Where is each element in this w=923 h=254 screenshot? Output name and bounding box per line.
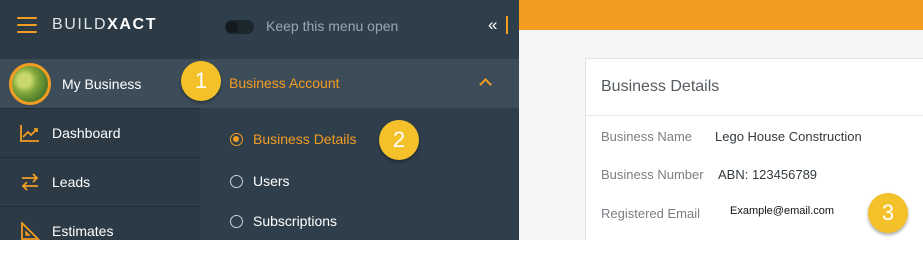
radio-icon: [230, 175, 243, 188]
submenu-item-business-details[interactable]: Business Details: [200, 125, 519, 155]
chart-icon: [20, 125, 39, 142]
card-title: Business Details: [601, 78, 720, 95]
avatar: [9, 63, 51, 105]
callout-badge: 2: [379, 120, 419, 160]
callout-badge: 3: [868, 193, 908, 233]
page-margin: [0, 240, 923, 254]
submenu-item-users[interactable]: Users: [200, 167, 519, 197]
ruler-triangle-icon: [21, 222, 40, 240]
sidebar-item-label: My Business: [62, 75, 142, 92]
radio-selected-icon: [230, 133, 243, 146]
brand-bar: BUILDXACT: [0, 0, 200, 52]
field-value-business-name: Lego House Construction: [715, 129, 862, 144]
sidebar-item-label: Dashboard: [52, 125, 121, 141]
chevron-up-icon: [479, 78, 492, 91]
field-value-registered-email: Example@email.com: [730, 205, 835, 217]
callout-badge: 1: [181, 61, 221, 101]
field-label-business-number: Business Number: [601, 167, 704, 182]
submenu-item-label: Business Details: [253, 131, 357, 147]
sidebar-item-leads[interactable]: Leads: [0, 158, 200, 206]
top-bar: [519, 0, 923, 30]
app-logo: BUILDXACT: [52, 16, 158, 33]
sidebar: BUILDXACT My Business Dashboard Leads Es…: [0, 0, 200, 240]
sidebar-item-dashboard[interactable]: Dashboard: [0, 109, 200, 157]
arrows-icon: [21, 173, 39, 191]
sidebar-item-label: Leads: [52, 174, 91, 190]
hamburger-menu-icon[interactable]: [17, 17, 37, 33]
submenu-item-subscriptions[interactable]: Subscriptions: [200, 207, 519, 237]
submenu-item-label: Users: [253, 173, 290, 189]
divider: [506, 16, 508, 34]
submenu-panel: Keep this menu open « Business Account B…: [200, 0, 519, 240]
keep-menu-open-row: Keep this menu open «: [200, 0, 519, 52]
collapse-menu-icon[interactable]: «: [488, 15, 497, 35]
field-label-registered-email: Registered Email: [601, 206, 700, 221]
keep-open-label: Keep this menu open: [266, 18, 399, 34]
divider: [586, 115, 923, 116]
sidebar-item-label: Estimates: [52, 223, 114, 239]
section-title: Business Account: [229, 75, 340, 91]
sidebar-item-estimates[interactable]: Estimates: [0, 207, 200, 240]
sidebar-item-my-business[interactable]: My Business: [0, 59, 200, 108]
field-value-business-number: ABN: 123456789: [718, 167, 818, 182]
business-account-section[interactable]: Business Account: [200, 59, 519, 108]
main-content: Business Details Business Name Lego Hous…: [519, 0, 923, 240]
radio-icon: [230, 215, 243, 228]
keep-open-toggle[interactable]: [225, 20, 254, 34]
app-window: BUILDXACT My Business Dashboard Leads Es…: [0, 0, 923, 240]
field-label-business-name: Business Name: [601, 129, 693, 144]
submenu-item-label: Subscriptions: [253, 213, 338, 229]
